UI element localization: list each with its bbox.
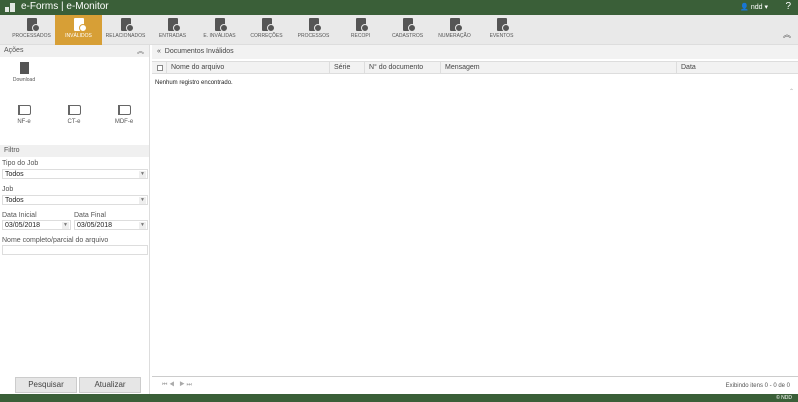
user-icon: 👤 [740, 4, 749, 11]
tipo-job-label: Tipo do Job [2, 160, 39, 167]
tab-label: ENTRADAS [158, 33, 187, 39]
help-button[interactable]: ? [785, 1, 791, 12]
tab-invalidos[interactable]: INVÁLIDOS [55, 15, 102, 45]
title-bar: e-Forms | e-Monitor 👤 ndd ▾ ? [0, 0, 798, 15]
refresh-button[interactable]: Atualizar [79, 377, 141, 393]
collapse-toolbar-icon[interactable]: ︽ [783, 29, 791, 40]
toolbar: PROCESSADOS INVÁLIDOS RELACIONADOS ENTRA… [0, 15, 798, 45]
doc-number-icon [449, 18, 463, 32]
doc-edit-icon [261, 18, 275, 32]
tab-label: RECOPI [350, 33, 371, 39]
tab-processos[interactable]: PROCESSOS [290, 15, 337, 45]
flag-label: NF-e [17, 119, 31, 125]
chevron-down-icon[interactable]: ▼ [139, 222, 146, 229]
tab-label: INVÁLIDOS [65, 33, 92, 39]
doc-gear-icon [308, 18, 322, 32]
doc-event-icon [496, 18, 510, 32]
app-logo-icon [5, 3, 15, 12]
user-name: ndd [750, 4, 763, 11]
pager-nav[interactable]: ⏮ ◀ ▶ ⏭ [162, 382, 192, 389]
tab-label: CORREÇÕES [250, 33, 283, 39]
data-inicial-value: 03/05/2018 [5, 222, 41, 229]
tab-label: RELACIONADOS [105, 33, 146, 39]
tab-label: PROCESSADOS [12, 33, 51, 39]
actions-header: Ações ︽ [0, 45, 149, 57]
app-title: e-Forms | e-Monitor [21, 1, 109, 12]
download-label: Download [12, 77, 36, 83]
column-nome[interactable]: Nome do arquivo [166, 62, 329, 74]
tab-processados[interactable]: PROCESSADOS [8, 15, 55, 45]
pager: ⏮ ◀ ▶ ⏭ Exibindo itens 0 - 0 de 0 [152, 376, 798, 394]
tab-entradas[interactable]: ENTRADAS [149, 15, 196, 45]
nfe-button[interactable]: NF-e [9, 105, 39, 125]
doc-star-icon [355, 18, 369, 32]
footer: © NDD [0, 394, 798, 402]
tab-label: E. INVÁLIDAS [203, 33, 236, 39]
main-header: « Documentos Inválidos [152, 45, 798, 59]
collapse-left-icon[interactable]: « [157, 48, 161, 55]
select-all-checkbox[interactable] [157, 65, 163, 71]
doc-link-icon [120, 18, 134, 32]
tipo-job-value: Todos [5, 171, 24, 178]
flag-icon [67, 105, 81, 115]
pager-info: Exibindo itens 0 - 0 de 0 [725, 383, 790, 389]
tab-label: NUMERAÇÃO [438, 33, 471, 39]
page-title: Documentos Inválidos [164, 48, 234, 55]
scroll-up-icon[interactable]: ⌃ [789, 88, 794, 95]
data-inicial-input[interactable]: 03/05/2018 ▼ [2, 220, 71, 230]
data-final-input[interactable]: 03/05/2018 ▼ [74, 220, 148, 230]
job-label: Job [2, 186, 14, 193]
tab-numeracao[interactable]: NUMERAÇÃO [431, 15, 478, 45]
download-button[interactable]: Download [11, 62, 37, 83]
flag-icon [117, 105, 131, 115]
user-menu[interactable]: 👤 ndd ▾ [740, 3, 768, 11]
chevron-down-icon[interactable]: ▼ [62, 222, 69, 229]
doc-check-icon [26, 18, 40, 32]
cte-button[interactable]: CT-e [59, 105, 89, 125]
main-panel: « Documentos Inválidos Nome do arquivo S… [152, 45, 798, 394]
job-select[interactable]: Todos ▼ [2, 195, 148, 205]
tab-correcoes[interactable]: CORREÇÕES [243, 15, 290, 45]
doc-x-icon [73, 18, 87, 32]
tab-relacionados[interactable]: RELACIONADOS [102, 15, 149, 45]
nome-arquivo-label: Nome completo/parcial do arquivo [2, 237, 109, 244]
tab-label: CADASTROS [391, 33, 424, 39]
chevron-down-icon: ▼ [139, 197, 146, 204]
actions-title: Ações [4, 47, 24, 54]
tab-cadastros[interactable]: CADASTROS [384, 15, 431, 45]
clipboard-icon [402, 18, 416, 32]
nome-arquivo-input[interactable] [2, 245, 148, 255]
doc-download-icon [19, 62, 29, 74]
doc-in-icon [167, 18, 181, 32]
table-header: Nome do arquivo Série N° do documento Me… [152, 61, 798, 74]
left-panel: Ações ︽ Download NF-e CT-e MDF-e Filtro T… [0, 45, 150, 394]
flag-icon [17, 105, 31, 115]
tipo-job-select[interactable]: Todos ▼ [2, 169, 148, 179]
column-numero[interactable]: N° do documento [364, 62, 440, 74]
tab-e-invalidas[interactable]: E. INVÁLIDAS [196, 15, 243, 45]
doc-in-invalid-icon [214, 18, 228, 32]
tab-label: EVENTOS [489, 33, 514, 39]
tab-recopi[interactable]: RECOPI [337, 15, 384, 45]
mdfe-button[interactable]: MDF-e [109, 105, 139, 125]
chevron-down-icon: ▼ [139, 171, 146, 178]
search-button[interactable]: Pesquisar [15, 377, 77, 393]
empty-message: Nenhum registro encontrado. [155, 80, 233, 86]
filter-header: Filtro [0, 145, 149, 157]
tab-label: PROCESSOS [297, 33, 330, 39]
column-serie[interactable]: Série [329, 62, 364, 74]
data-final-label: Data Final [74, 212, 106, 219]
column-data[interactable]: Data [676, 62, 785, 74]
flag-label: MDF-e [114, 119, 134, 125]
column-mensagem[interactable]: Mensagem [440, 62, 676, 74]
tab-eventos[interactable]: EVENTOS [478, 15, 525, 45]
collapse-actions-icon[interactable]: ︽ [137, 46, 144, 56]
copyright: © NDD [776, 395, 792, 401]
data-final-value: 03/05/2018 [77, 222, 113, 229]
filter-title: Filtro [4, 147, 20, 154]
flag-label: CT-e [67, 119, 81, 125]
job-value: Todos [5, 197, 24, 204]
data-inicial-label: Data Inicial [2, 212, 37, 219]
